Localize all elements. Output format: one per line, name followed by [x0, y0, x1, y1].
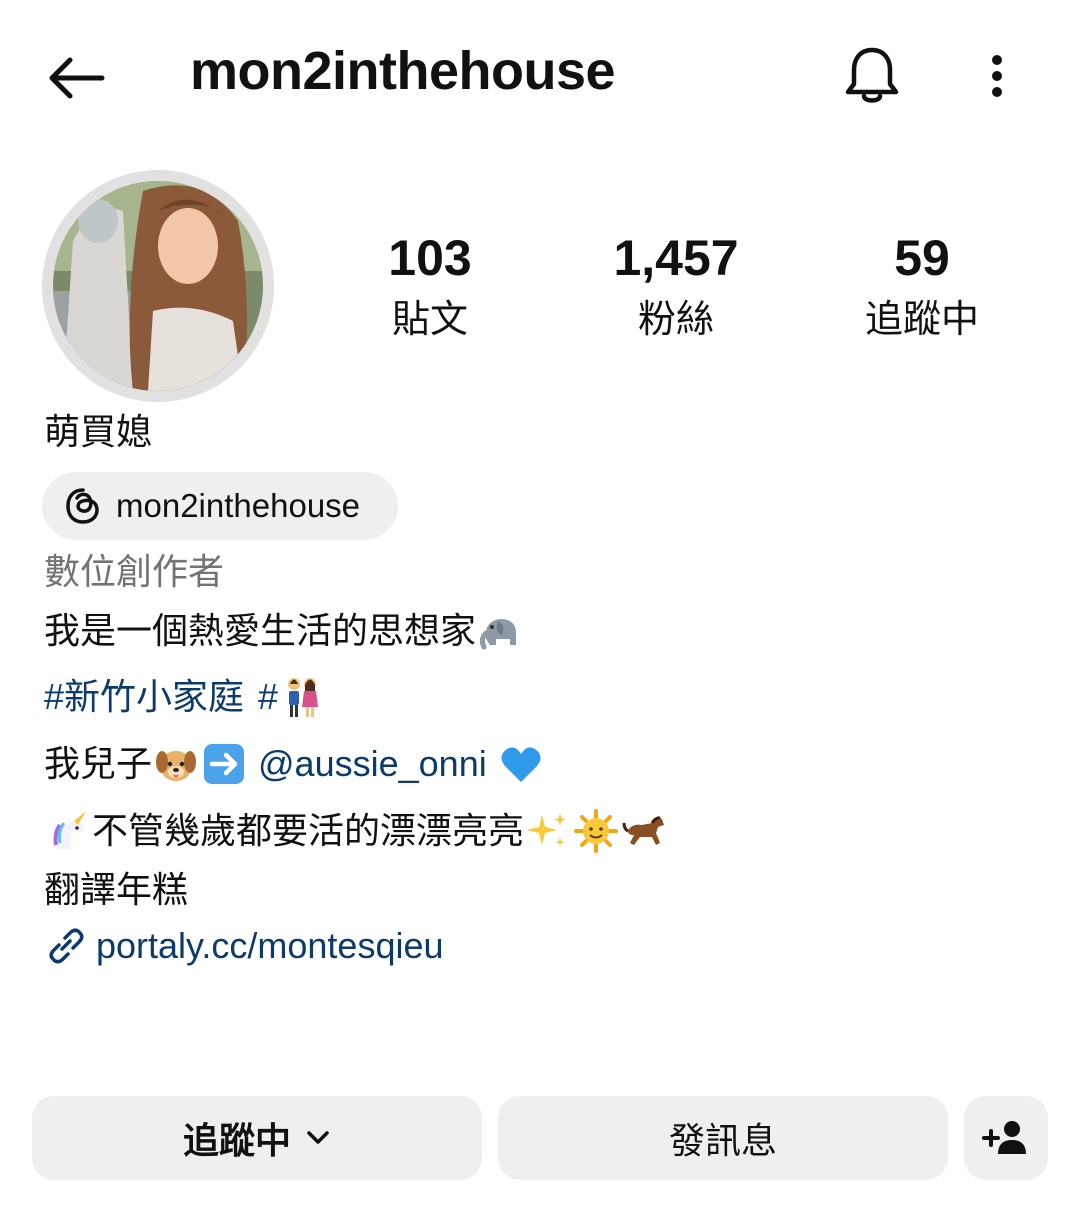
dog-face-emoji-icon: [156, 751, 197, 781]
back-button[interactable]: [36, 42, 116, 114]
couple-emoji-icon: [288, 678, 319, 717]
threads-icon: [66, 488, 99, 524]
threads-handle: mon2inthehouse: [116, 487, 361, 524]
horse-emoji-icon: [622, 816, 665, 845]
stat-followers[interactable]: 1,457 粉絲: [566, 228, 786, 346]
blue-heart-emoji-icon: [501, 747, 541, 782]
following-button-label: 追蹤中: [182, 1120, 291, 1161]
profile-category: 數位創作者: [44, 551, 225, 592]
profile-link-text[interactable]: portaly.cc/montesqieu: [96, 922, 444, 970]
bell-icon: [845, 47, 899, 103]
notifications-bell-button[interactable]: [836, 40, 908, 112]
bio-text-1: 我是一個熱愛生活的思想家: [44, 610, 477, 651]
bio-line-2: #新竹小家庭 #: [44, 673, 326, 721]
bio-line-4: 不管幾歲都要活的漂漂亮亮: [44, 807, 668, 855]
following-label: 追蹤中: [864, 299, 979, 341]
unicorn-emoji-icon: [53, 811, 86, 849]
message-button-label: 發訊息: [668, 1120, 777, 1161]
more-vertical-icon: [992, 55, 1002, 97]
message-button[interactable]: 發訊息: [498, 1096, 948, 1180]
hashtag-hsinchu-family[interactable]: #新竹小家庭: [44, 673, 244, 721]
add-user-icon: [982, 1121, 1026, 1154]
bio-text-5: 翻譯年糕: [44, 869, 189, 910]
suggested-users-button[interactable]: [964, 1096, 1048, 1180]
followers-label: 粉絲: [637, 299, 714, 341]
stat-posts[interactable]: 103 貼文: [320, 228, 540, 346]
chevron-down-icon: [307, 1131, 329, 1144]
right-arrow-emoji-icon: [204, 744, 245, 784]
avatar-photo: [53, 181, 263, 391]
threads-badge-button[interactable]: mon2inthehouse: [42, 472, 398, 540]
profile-username-title: mon2inthehouse: [190, 41, 616, 101]
mention-aussie-onni[interactable]: @aussie_onni: [258, 740, 487, 788]
bio-text-3: 我兒子: [44, 743, 153, 784]
followers-count: 1,457: [613, 230, 739, 286]
posts-count: 103: [388, 230, 472, 286]
bio-line-5: 翻譯年糕: [44, 866, 188, 914]
bio-line-1: 我是一個熱愛生活的思想家: [44, 607, 524, 655]
link-icon: [49, 928, 84, 964]
following-dropdown-button[interactable]: 追蹤中: [32, 1096, 482, 1180]
elephant-emoji-icon: [479, 619, 517, 650]
hashtag-emoji-link[interactable]: #: [258, 673, 278, 721]
more-options-button[interactable]: [972, 44, 1022, 108]
profile-link[interactable]: portaly.cc/montesqieu: [44, 922, 444, 970]
posts-label: 貼文: [391, 299, 468, 341]
following-count: 59: [894, 230, 950, 286]
bio-text-4: 不管幾歲都要活的漂漂亮亮: [92, 810, 525, 851]
sparkles-emoji-icon: [527, 813, 567, 847]
stat-following[interactable]: 59 追蹤中: [812, 228, 1032, 346]
avatar[interactable]: [53, 181, 263, 391]
bio-line-3: 我兒子 @aussie_onni: [44, 740, 545, 788]
display-name: 萌買媳: [44, 411, 153, 452]
arrow-left-icon: [49, 57, 105, 99]
sun-face-emoji-icon: [574, 809, 619, 853]
avatar-ring[interactable]: [42, 170, 274, 402]
